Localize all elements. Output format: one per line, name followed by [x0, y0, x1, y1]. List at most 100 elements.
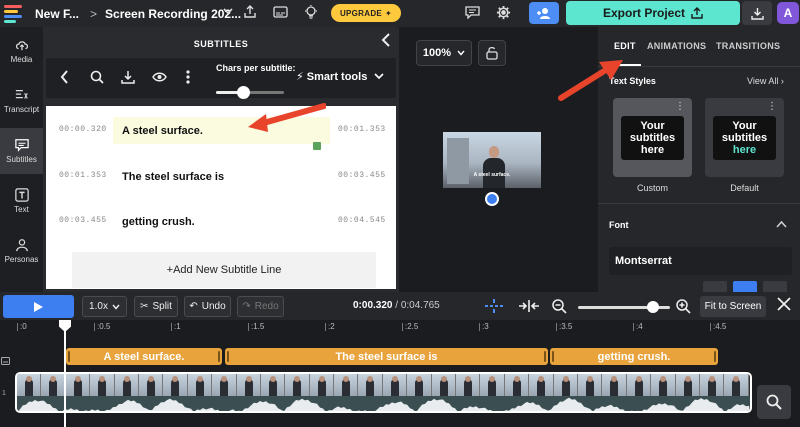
clip-frame: [358, 374, 383, 396]
add-collaborator-button[interactable]: [529, 2, 559, 24]
clip-frame: [699, 374, 725, 396]
video-canvas[interactable]: A steel surface.: [443, 132, 541, 188]
nav-item-subtitles[interactable]: Subtitles: [0, 128, 43, 174]
align-center-button[interactable]: [733, 281, 757, 292]
more-vertical-icon[interactable]: ⋮: [767, 102, 777, 112]
unlock-icon: [486, 46, 498, 60]
timeline-search-button[interactable]: [757, 385, 791, 419]
end-time[interactable]: 00:04.545: [338, 216, 386, 225]
time-ruler[interactable]: :0 :0.5 :1 :1.5 :2 :2.5 :3 :3.5 :4 :4.5: [0, 320, 800, 334]
subtitle-row[interactable]: 00:01.353 The steel surface is 00:03.455: [46, 158, 396, 198]
end-time[interactable]: 00:03.455: [338, 171, 386, 180]
speed-select[interactable]: 1.0x: [82, 296, 127, 317]
redo-button[interactable]: ↷ Redo: [237, 296, 284, 317]
clip-frame: [138, 374, 164, 396]
slider-handle[interactable]: [647, 301, 660, 313]
fit-to-screen-button[interactable]: Fit to Screen: [700, 296, 766, 317]
view-all-label: View All: [747, 76, 779, 86]
tab-animations[interactable]: ANIMATIONS: [647, 41, 706, 51]
split-button[interactable]: ✂ Split: [134, 296, 178, 317]
export-project-button[interactable]: Export Project: [566, 1, 740, 25]
style-card-default[interactable]: ⋮ Your subtitles here: [705, 98, 784, 177]
chevron-left-icon: [381, 33, 390, 47]
playhead[interactable]: [64, 320, 66, 427]
start-time[interactable]: 00:01.353: [59, 171, 107, 180]
style-card-custom[interactable]: ⋮ Your subtitles here: [613, 98, 692, 177]
clip-frame: [626, 374, 652, 396]
zoom-out-icon[interactable]: [552, 299, 567, 319]
align-left-button[interactable]: [703, 281, 727, 292]
subtitle-text-input[interactable]: getting crush.: [113, 208, 330, 235]
search-button[interactable]: [90, 70, 104, 87]
slider-handle[interactable]: [237, 86, 251, 99]
subtitle-text-input[interactable]: The steel surface is: [113, 163, 330, 190]
add-subtitle-line-button[interactable]: +Add New Subtitle Line: [72, 252, 376, 288]
view-all-link[interactable]: View All ›: [747, 76, 784, 86]
visibility-button[interactable]: [152, 70, 167, 87]
nav-item-media[interactable]: Media: [0, 28, 43, 74]
nav-item-text[interactable]: Text: [0, 178, 43, 224]
lightning-icon: ⚡: [296, 71, 304, 83]
comments-icon[interactable]: [465, 5, 480, 19]
timeline[interactable]: :0 :0.5 :1 :1.5 :2 :2.5 :3 :3.5 :4 :4.5 …: [0, 320, 800, 427]
align-right-button[interactable]: [763, 281, 787, 292]
end-time[interactable]: 00:01.353: [338, 125, 386, 134]
zoom-select[interactable]: 100%: [416, 40, 472, 66]
nav-item-personas[interactable]: Personas: [0, 228, 43, 274]
upgrade-button[interactable]: UPGRADE ✦: [331, 4, 401, 22]
download-button[interactable]: [742, 1, 772, 25]
nav-item-label: Transcript: [3, 105, 40, 114]
ruler-tick: :2.5: [401, 322, 419, 331]
clip-frame: [285, 374, 310, 396]
lightbulb-icon[interactable]: [304, 5, 318, 20]
subtitle-clip[interactable]: A steel surface.: [66, 348, 222, 365]
more-vertical-icon[interactable]: ⋮: [675, 102, 685, 112]
start-time[interactable]: 00:03.455: [59, 216, 107, 225]
font-family-select[interactable]: Montserrat: [609, 247, 792, 275]
more-options-button[interactable]: [186, 70, 190, 87]
close-timeline-button[interactable]: [777, 296, 791, 316]
subtitle-clip[interactable]: getting crush.: [550, 348, 718, 365]
zoom-in-icon[interactable]: [676, 299, 691, 319]
upgrade-label: UPGRADE: [339, 8, 383, 18]
collapse-panel-button[interactable]: [381, 33, 391, 50]
speed-value: 1.0x: [89, 301, 108, 312]
timeline-zoom-slider[interactable]: [578, 301, 670, 313]
smart-tools-button[interactable]: ⚡ Smart tools: [296, 70, 384, 83]
tab-transitions[interactable]: TRANSITIONS: [716, 41, 780, 51]
recording-name[interactable]: Screen Recording 202...: [105, 7, 241, 21]
snap-icon[interactable]: [484, 299, 504, 318]
tab-edit[interactable]: EDIT: [614, 41, 636, 51]
waveform-shape: [18, 397, 750, 411]
avatar[interactable]: A: [777, 2, 799, 24]
properties-panel: EDIT ANIMATIONS TRANSITIONS Text Styles …: [598, 27, 800, 292]
video-clip[interactable]: [15, 372, 752, 413]
start-time[interactable]: 00:00.320: [59, 125, 107, 134]
fit-clips-icon[interactable]: [518, 299, 540, 318]
style-line: here: [640, 143, 665, 156]
style-name: Custom: [636, 183, 668, 193]
ruler-tick: :4: [633, 322, 643, 331]
resize-handle[interactable]: [313, 142, 321, 150]
chevron-down-icon[interactable]: [222, 5, 234, 17]
undo-button[interactable]: ↶ Undo: [184, 296, 231, 317]
download-subtitles-button[interactable]: [121, 70, 135, 87]
rotate-handle[interactable]: [485, 192, 499, 206]
audio-waveform: [17, 396, 750, 411]
chars-per-subtitle-slider[interactable]: [216, 86, 284, 99]
subtitle-preview-icon[interactable]: [273, 5, 288, 19]
share-icon[interactable]: [243, 5, 257, 19]
chevron-down-icon: [457, 50, 465, 56]
back-button[interactable]: [60, 70, 69, 87]
clip-frame: [577, 374, 603, 396]
subtitle-clip[interactable]: The steel surface is: [225, 348, 548, 365]
subtitle-row[interactable]: 00:03.455 getting crush. 00:04.545: [46, 203, 396, 243]
project-name[interactable]: New F...: [35, 7, 79, 21]
aspect-lock-button[interactable]: [478, 40, 506, 66]
subtitle-row[interactable]: 00:00.320 A steel surface. 00:01.353: [46, 112, 396, 152]
play-button[interactable]: [3, 295, 74, 318]
app-logo[interactable]: [0, 0, 26, 27]
nav-item-transcript[interactable]: Transcript: [0, 78, 43, 124]
gear-icon[interactable]: [496, 5, 511, 20]
collapse-section-button[interactable]: [776, 217, 787, 231]
